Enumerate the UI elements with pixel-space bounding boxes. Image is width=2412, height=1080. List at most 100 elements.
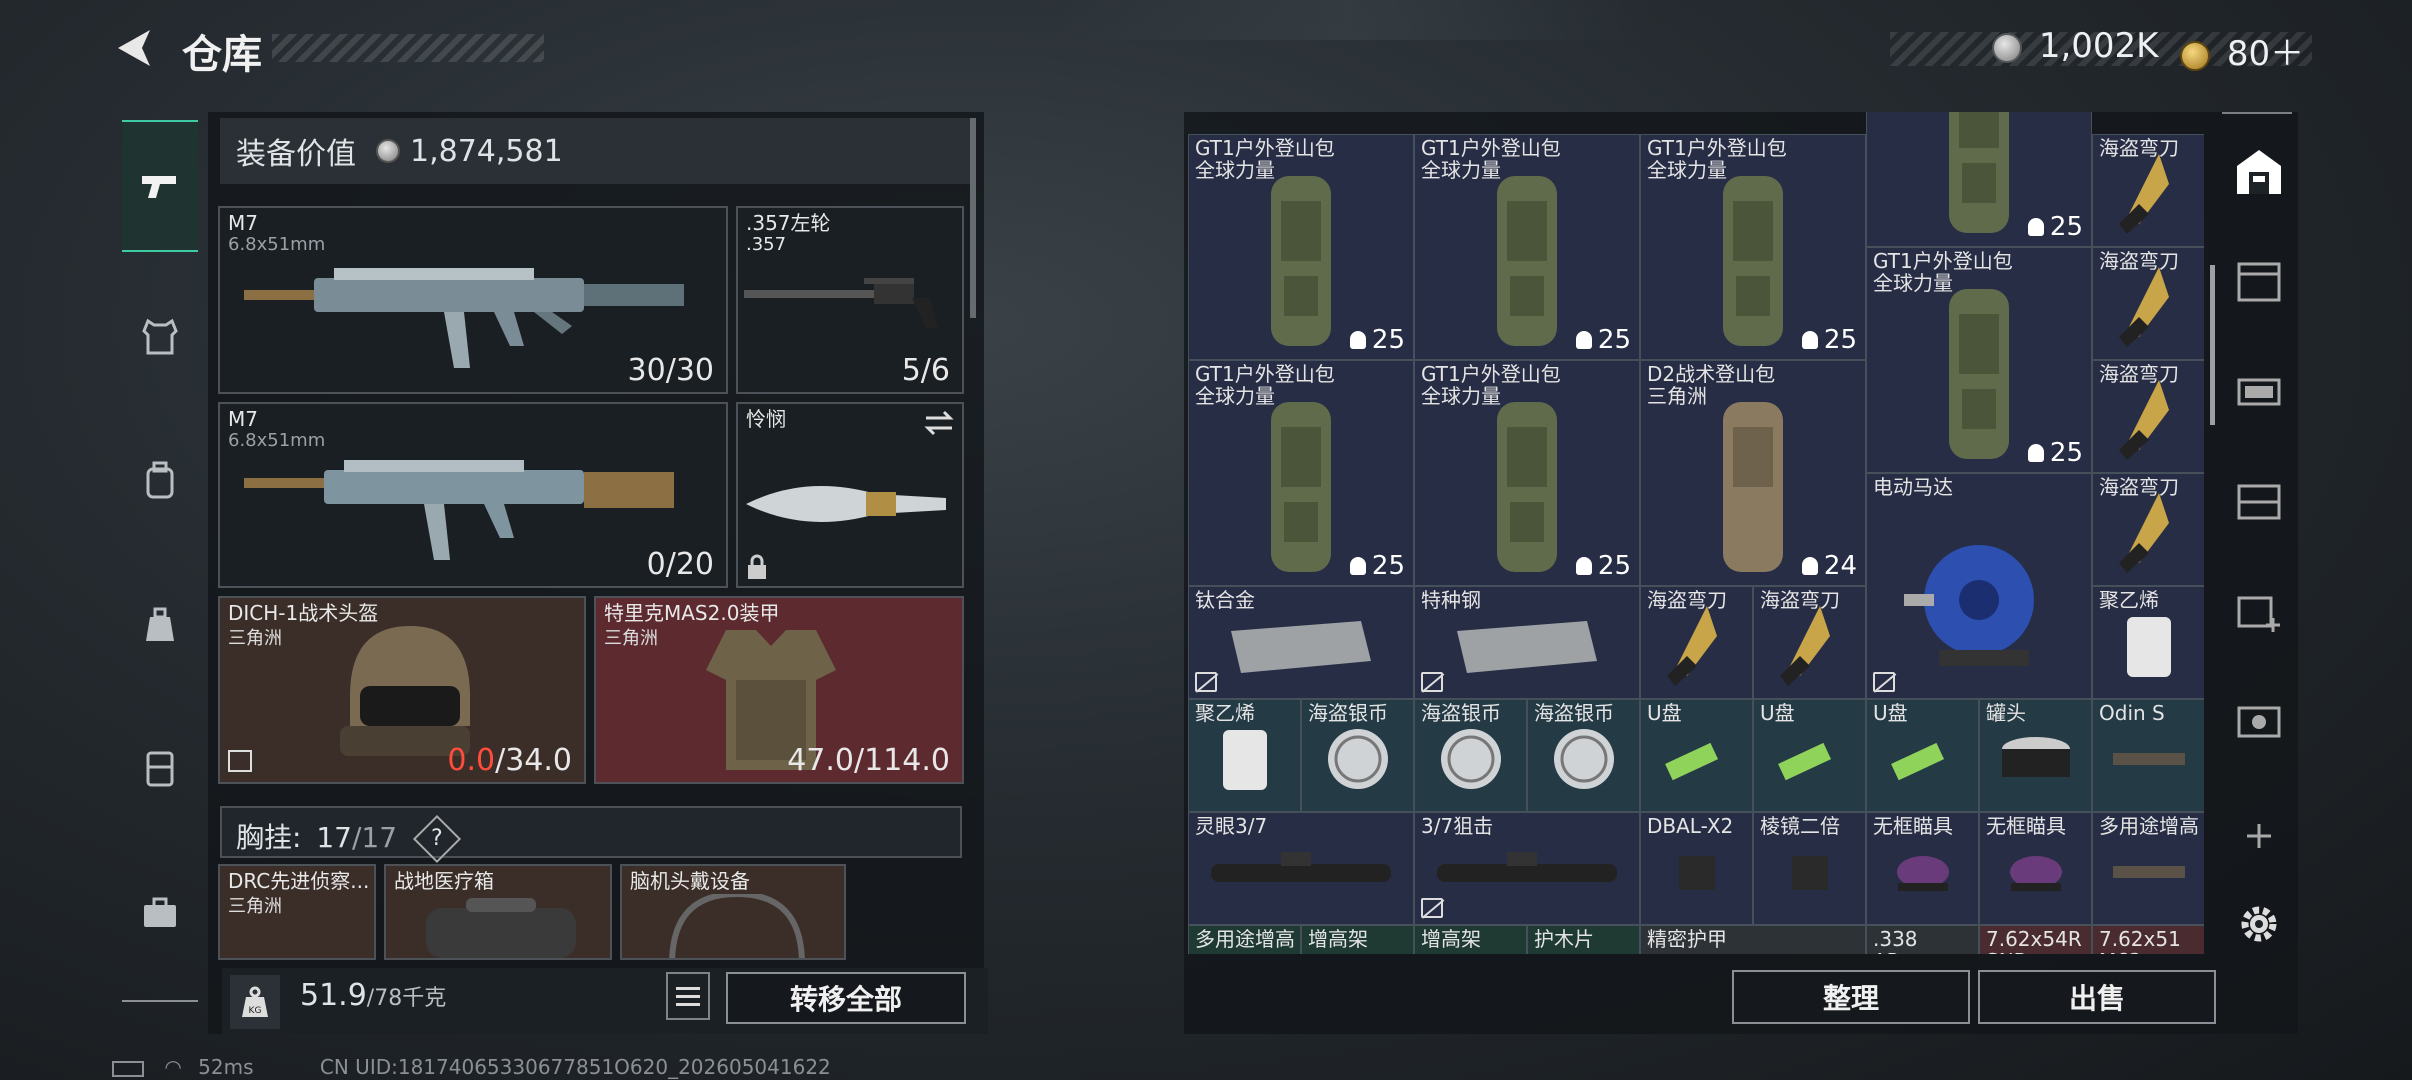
stash-item[interactable]: 钛合金 (1188, 586, 1414, 699)
stash-item[interactable]: GT1户外登山包 全球力量 25 (1414, 134, 1640, 360)
item-name: 海盗银币 (1421, 701, 1501, 725)
back-button[interactable] (112, 26, 156, 70)
stash-item[interactable]: 聚乙烯 (1188, 699, 1301, 812)
sell-button[interactable]: 出售 (1978, 970, 2216, 1024)
armor-slot[interactable]: 特里克MAS2.0装甲 三角洲 47.0/114.0 (594, 596, 964, 784)
item-image (1888, 847, 1958, 901)
stash-item[interactable]: 罐头 (1979, 699, 2092, 812)
tab-toolbox[interactable] (124, 878, 196, 948)
silver-currency[interactable]: 1,002K (1992, 26, 2158, 66)
stash-item[interactable]: Odin S (2092, 699, 2204, 812)
stash-item[interactable]: 7.62x51 M62 (2092, 925, 2204, 954)
stash-item[interactable]: DBAL-X2 (1640, 812, 1753, 925)
stash-item[interactable]: GT1户外登山包 全球力量 25 (1188, 360, 1414, 586)
helmet-slot[interactable]: DICH-1战术头盔 三角洲 0.0/34.0 (218, 596, 586, 784)
chest-item-1[interactable]: DRC先进侦察... 三角洲 (218, 864, 376, 960)
item-image (1323, 724, 1393, 798)
tab-vest[interactable] (124, 302, 196, 372)
stash-item[interactable]: 灵眼3/7 (1188, 812, 1414, 925)
item-image (1666, 606, 1727, 690)
stash-item[interactable]: 特种钢 (1414, 586, 1640, 699)
stash-item[interactable]: D2战术登山包 三角洲 24 (1640, 360, 1866, 586)
item-name: 脑机头戴设备 (630, 869, 750, 893)
kg-label: KG (249, 1006, 262, 1016)
settings-button[interactable] (2228, 894, 2290, 954)
stash-item[interactable]: GT1户外登山包 全球力量 25 (1414, 360, 1640, 586)
stash-tab-3[interactable] (2228, 362, 2290, 422)
stash-item[interactable]: GT1户外登山包 全球力量 25 (1866, 247, 2092, 473)
melee-slot[interactable]: 怜悯 (736, 402, 964, 588)
item-capacity: 25 (1350, 551, 1405, 581)
chest-rig-count: 17 (316, 821, 352, 854)
stash-item[interactable]: U盘 (1866, 699, 1979, 812)
stash-item[interactable]: 多用途增高 (2092, 812, 2204, 925)
stash-item[interactable]: 聚乙烯 (2092, 586, 2204, 699)
stash-item[interactable]: 海盗银币 (1527, 699, 1640, 812)
item-image (2118, 493, 2179, 577)
stash-tab-5[interactable] (2228, 582, 2290, 642)
stash-item[interactable]: 护木片 (1527, 925, 1640, 954)
stash-item[interactable]: 无框瞄具 (1866, 812, 1979, 925)
stash-tab-main[interactable] (2228, 142, 2290, 202)
stash-tab-6[interactable] (2228, 692, 2290, 752)
stash-item[interactable]: 3/7狙击 (1414, 812, 1640, 925)
stash-item[interactable]: 增高架 (1414, 925, 1527, 954)
stash-item[interactable]: GT1户外登山包 全球力量 25 (1188, 134, 1414, 360)
item-name: 战地医疗箱 (394, 869, 494, 893)
plus-icon (2247, 824, 2271, 848)
stash-item[interactable]: GT1户外登山包 全球力量 25 (1640, 134, 1866, 360)
tab-case[interactable] (124, 732, 196, 802)
tab-weapons[interactable] (122, 120, 198, 252)
transfer-all-button[interactable]: 转移全部 (726, 972, 966, 1024)
item-image (1698, 156, 1808, 359)
tabs-divider (122, 1000, 198, 1002)
stash-item[interactable]: 海盗弯刀 (2092, 247, 2204, 360)
case-icon (146, 751, 174, 787)
stash-item[interactable]: 海盗弯刀 (2092, 360, 2204, 473)
stash-item[interactable]: 无框瞄具 (1979, 812, 2092, 925)
stash-item[interactable]: 增高架 (1301, 925, 1414, 954)
stash-item[interactable]: 海盗弯刀 (1640, 586, 1753, 699)
stash-tab-4[interactable] (2228, 472, 2290, 532)
stash-item[interactable]: 海盗银币 (1301, 699, 1414, 812)
stash-item[interactable]: 海盗银币 (1414, 699, 1527, 812)
gold-currency[interactable]: 80＋ (2180, 26, 2304, 75)
item-image (1436, 724, 1506, 798)
stash-item[interactable]: 25 (1866, 112, 2092, 247)
chest-item-3[interactable]: 脑机头戴设备 (620, 864, 846, 960)
loadout-scrollbar[interactable] (970, 118, 976, 318)
silver-coin-icon (376, 139, 400, 163)
tab-pouch[interactable] (124, 590, 196, 660)
weapon-slot-primary-1[interactable]: M7 6.8x51mm 30/30 (218, 206, 728, 394)
stash-item[interactable]: 海盗弯刀 (1753, 586, 1866, 699)
stash-item[interactable]: 7.62x54R SNB (1979, 925, 2092, 954)
chest-item-2[interactable]: 战地医疗箱 (384, 864, 612, 960)
stash-item[interactable]: 海盗弯刀 (2092, 473, 2204, 586)
add-stash-tab-button[interactable] (2228, 806, 2290, 866)
list-view-button[interactable] (666, 972, 710, 1020)
stash-item[interactable]: U盘 (1640, 699, 1753, 812)
item-name: D2战术登山包 三角洲 (1647, 362, 1776, 408)
item-image (1549, 724, 1619, 798)
stash-item[interactable]: 多用途增高 (1188, 925, 1301, 954)
item-image (1662, 734, 1732, 788)
sort-button[interactable]: 整理 (1732, 970, 1970, 1024)
item-capacity: 24 (1802, 551, 1857, 581)
tab-backpack[interactable] (124, 446, 196, 516)
stash-item[interactable]: 棱镜二倍 (1753, 812, 1866, 925)
stash-tab-2[interactable] (2228, 252, 2290, 312)
help-button[interactable]: ? (412, 814, 461, 864)
stash-tabs-divider (2222, 112, 2292, 114)
equipment-value-label: 装备价值 (236, 137, 356, 172)
stash-tab-icon (2237, 706, 2281, 738)
item-image (1698, 382, 1808, 585)
pouch-icon (146, 607, 174, 641)
stash-item[interactable]: 精密护甲 (1640, 925, 1866, 954)
stash-item[interactable]: 海盗弯刀 (2092, 134, 2204, 247)
stash-item[interactable]: U盘 (1753, 699, 1866, 812)
weapon-ammo: 0/20 (646, 547, 714, 582)
weapon-slot-primary-2[interactable]: M7 6.8x51mm 0/20 (218, 402, 728, 588)
stash-item[interactable]: .338 AP (1866, 925, 1979, 954)
weapon-slot-secondary[interactable]: .357左轮 .357 5/6 (736, 206, 964, 394)
stash-item[interactable]: 电动马达 (1866, 473, 2092, 699)
